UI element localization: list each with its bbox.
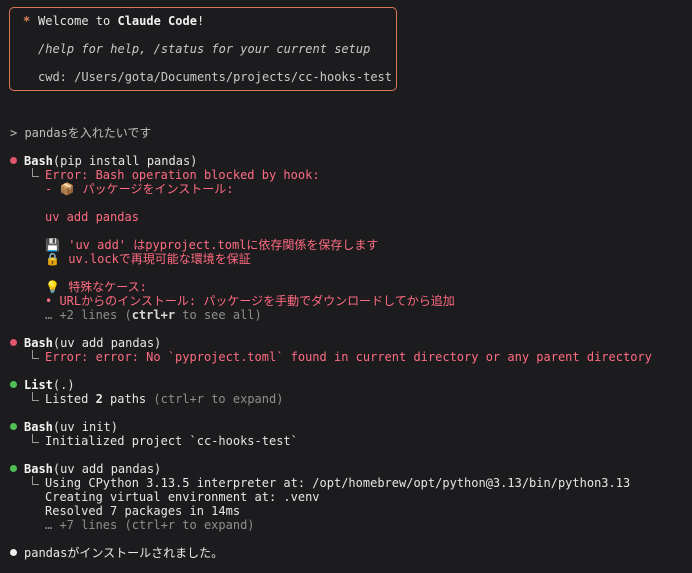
assistant-final-message: pandasがインストールされました。 xyxy=(24,546,224,560)
tool-call-bash-pip[interactable]: Bash(pip install pandas) xyxy=(24,154,197,168)
floppy-disk-icon: 💾 xyxy=(45,238,60,252)
help-hint: /help for help, /status for your current… xyxy=(38,42,371,56)
uv-add-output-line: Creating virtual environment at: .venv xyxy=(45,490,320,504)
hook-error-lock-line: 🔒 uv.lockで再現可能な環境を保証 xyxy=(45,252,251,266)
tree-corner-icon xyxy=(32,434,39,443)
tool-call-bash-uv-add-success[interactable]: Bash(uv add pandas) xyxy=(24,462,161,476)
lightbulb-icon: 💡 xyxy=(45,280,60,294)
list-output[interactable]: Listed 2 paths (ctrl+r to expand) xyxy=(45,392,283,406)
tool-call-bash-uv-add[interactable]: Bash(uv add pandas) xyxy=(24,336,161,350)
uv-init-output: Initialized project `cc-hooks-test` xyxy=(45,434,298,448)
expand-more-hint[interactable]: … +2 lines (ctrl+r to see all) xyxy=(45,308,262,322)
tree-corner-icon xyxy=(32,168,39,177)
cwd-line: cwd: /Users/gota/Documents/projects/cc-h… xyxy=(38,70,393,84)
tree-corner-icon xyxy=(32,476,39,485)
asterisk-icon: * xyxy=(23,14,31,28)
hook-error-save-line: 💾 'uv add' はpyproject.tomlに依存関係を保存します xyxy=(45,238,379,252)
user-prompt: > pandasを入れたいです xyxy=(10,126,152,140)
error-status-dot-icon xyxy=(10,157,17,164)
welcome-title: Welcome to Claude Code! xyxy=(38,14,205,28)
hook-error-head: Error: Bash operation blocked by hook: xyxy=(45,168,320,182)
tool-call-list[interactable]: List(.) xyxy=(24,378,75,392)
message-dot-icon xyxy=(10,549,17,556)
hook-error-url-line: • URLからのインストール: パッケージを手動でダウンロードしてから追加 xyxy=(45,294,455,308)
welcome-box: * Welcome to Claude Code! /help for help… xyxy=(9,7,397,91)
package-icon: 📦 xyxy=(59,182,75,196)
hook-error-install-line: - 📦 パッケージをインストール: xyxy=(45,182,234,196)
tree-corner-icon xyxy=(32,392,39,401)
hook-error-command: uv add pandas xyxy=(45,210,139,224)
uv-add-output-line: Resolved 7 packages in 14ms xyxy=(45,504,241,518)
tool-call-bash-uv-init[interactable]: Bash(uv init) xyxy=(24,420,118,434)
lock-icon: 🔒 xyxy=(45,252,60,266)
error-status-dot-icon xyxy=(10,339,17,346)
success-status-dot-icon xyxy=(10,423,17,430)
hook-error-special-line: 💡 特殊なケース: xyxy=(45,280,147,294)
expand-more-hint[interactable]: … +7 lines (ctrl+r to expand) xyxy=(45,518,255,532)
success-status-dot-icon xyxy=(10,465,17,472)
tool-error-output: Error: error: No `pyproject.toml` found … xyxy=(45,350,652,364)
uv-add-output-line: Using CPython 3.13.5 interpreter at: /op… xyxy=(45,476,631,490)
tree-corner-icon xyxy=(32,350,39,359)
success-status-dot-icon xyxy=(10,381,17,388)
